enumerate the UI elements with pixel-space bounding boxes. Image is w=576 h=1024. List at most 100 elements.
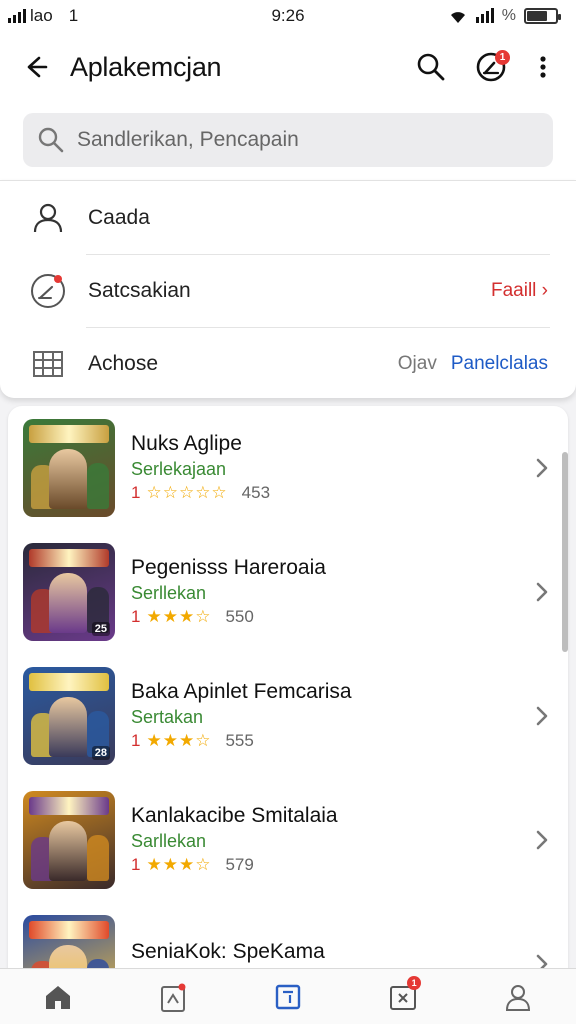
app-info: Nuks Aglipe Serlekajaan 1 ☆☆☆☆☆ 453 xyxy=(131,431,522,505)
menu-item-settings[interactable]: Satcsakian Faaill › xyxy=(0,254,576,327)
rating-value: 1 xyxy=(131,855,141,874)
app-list-item[interactable]: 25 Pegenisss Hareroaia Serllekan 1 ★★★☆ 550 xyxy=(8,530,568,654)
menu-action-link[interactable]: Faaill › xyxy=(491,280,548,302)
open-app-button[interactable] xyxy=(522,829,562,851)
nav-games[interactable]: 1 xyxy=(373,972,433,1022)
scrollbar[interactable] xyxy=(562,452,568,652)
app-title: Pegenisss Hareroaia xyxy=(131,556,326,579)
notification-badge: 1 xyxy=(495,50,510,65)
star-rating-icon: ★★★☆ xyxy=(146,855,212,874)
thumbnail-figure xyxy=(49,449,87,509)
thumbnail-logo xyxy=(29,673,109,691)
search-icon xyxy=(38,127,64,153)
app-list-item[interactable]: Kanlakacibe Smitalaia Sarllekan 1 ★★★☆ 579 xyxy=(8,778,568,902)
menu-item-account[interactable]: Caada xyxy=(0,181,576,254)
back-button[interactable] xyxy=(0,32,70,102)
open-app-button[interactable] xyxy=(522,581,562,603)
status-left: lao 1 xyxy=(8,6,78,26)
thumbnail-logo xyxy=(29,425,109,443)
nav-profile[interactable] xyxy=(488,972,548,1022)
thumbnail-figure xyxy=(87,463,109,509)
thumbnail-logo xyxy=(29,921,109,939)
app-list-item[interactable]: SeniaKok: SpeKamaSathlekam xyxy=(8,902,568,972)
menu-item-action: Ojav Panelclalas xyxy=(398,353,576,375)
menu-item-archive[interactable]: Achose Ojav Panelclalas xyxy=(0,327,576,400)
menu-action-link[interactable]: Panelclalas xyxy=(451,353,548,375)
status-right: % xyxy=(448,7,561,25)
search-button[interactable] xyxy=(408,44,454,90)
app-rating: 1 ★★★☆ 550 xyxy=(131,605,522,629)
page-title: Aplakemcjan xyxy=(70,51,222,82)
search-input[interactable] xyxy=(77,128,517,152)
review-count: 555 xyxy=(225,731,254,750)
bottom-nav: 1 xyxy=(0,968,576,1024)
star-rating-icon: ★★★☆ xyxy=(146,607,212,626)
menu-card: Caada Satcsakian Faaill › Achose Ojav Pa… xyxy=(0,180,576,398)
app-subtitle: Serllekan xyxy=(131,583,207,603)
rating-value: 1 xyxy=(131,483,141,502)
app-info: Pegenisss Hareroaia Serllekan 1 ★★★☆ 550 xyxy=(131,555,522,629)
home-icon xyxy=(45,985,70,1009)
chevron-right-icon xyxy=(536,582,548,602)
person-icon xyxy=(28,198,68,238)
rating-value: 1 xyxy=(131,731,141,750)
nav-badge: 1 xyxy=(407,975,422,990)
battery-percent: % xyxy=(501,7,516,24)
open-app-button[interactable] xyxy=(522,457,562,479)
profile-icon xyxy=(506,984,531,1011)
nav-home[interactable] xyxy=(28,972,88,1022)
nav-library[interactable] xyxy=(258,972,318,1022)
app-title: Nuks Aglipe xyxy=(131,432,242,455)
thumbnail-figure xyxy=(49,821,87,881)
app-info: Kanlakacibe Smitalaia Sarllekan 1 ★★★☆ 579 xyxy=(131,803,522,877)
more-options-button[interactable] xyxy=(528,44,558,90)
star-rating-icon: ☆☆☆☆☆ xyxy=(146,483,228,502)
rating-value: 1 xyxy=(131,607,141,626)
thumbnail-figure xyxy=(49,573,87,633)
carrier-name: lao xyxy=(30,6,53,25)
library-icon xyxy=(275,984,301,1009)
review-count: 453 xyxy=(241,483,271,502)
thumbnail-tag: 25 xyxy=(91,622,110,636)
app-bar-actions: 1 xyxy=(408,44,576,90)
app-title: SeniaKok: SpeKama xyxy=(131,940,325,963)
battery-icon xyxy=(524,8,561,24)
updates-icon xyxy=(160,983,186,1012)
search-bar[interactable] xyxy=(23,113,553,167)
network-indicator: 1 xyxy=(68,6,79,25)
thumbnail-figure xyxy=(87,835,109,881)
menu-meta-text: Ojav xyxy=(397,352,437,374)
nav-updates[interactable] xyxy=(143,972,203,1022)
wifi-icon xyxy=(450,12,465,23)
thumbnail-logo xyxy=(29,549,109,567)
chevron-right-icon: › xyxy=(541,279,548,301)
app-thumbnail xyxy=(23,419,115,517)
notifications-button[interactable]: 1 xyxy=(468,44,514,90)
review-count: 579 xyxy=(225,855,254,874)
menu-item-label: Satcsakian xyxy=(88,278,191,302)
review-count: 550 xyxy=(225,607,254,626)
menu-item-action[interactable]: Faaill › xyxy=(491,280,576,302)
open-app-button[interactable] xyxy=(522,705,562,727)
more-vertical-icon xyxy=(540,56,546,78)
chevron-right-icon xyxy=(536,706,548,726)
speed-dial-icon xyxy=(28,271,68,311)
star-rating-icon: ★★★☆ xyxy=(146,731,212,750)
arrow-left-icon xyxy=(27,56,48,78)
app-thumbnail: 25 xyxy=(23,543,115,641)
app-list-item[interactable]: Nuks Aglipe Serlekajaan 1 ☆☆☆☆☆ 453 xyxy=(8,406,568,530)
cellular-icon xyxy=(475,8,494,23)
search-section xyxy=(0,102,576,180)
app-subtitle: Sarllekan xyxy=(131,831,207,851)
app-thumbnail: 28 xyxy=(23,667,115,765)
app-rating: 1 ☆☆☆☆☆ 453 xyxy=(131,481,522,505)
app-rating: 1 ★★★☆ 555 xyxy=(131,729,522,753)
app-title: Kanlakacibe Smitalaia xyxy=(131,804,338,827)
thumbnail-logo xyxy=(29,797,109,815)
thumbnail-figure xyxy=(49,697,87,757)
app-subtitle: Sertakan xyxy=(131,707,204,727)
chevron-right-icon xyxy=(536,830,548,850)
app-list-item[interactable]: 28 Baka Apinlet Femcarisa Sertakan 1 ★★★☆ 555 xyxy=(8,654,568,778)
app-thumbnail xyxy=(23,915,115,972)
app-thumbnail xyxy=(23,791,115,889)
